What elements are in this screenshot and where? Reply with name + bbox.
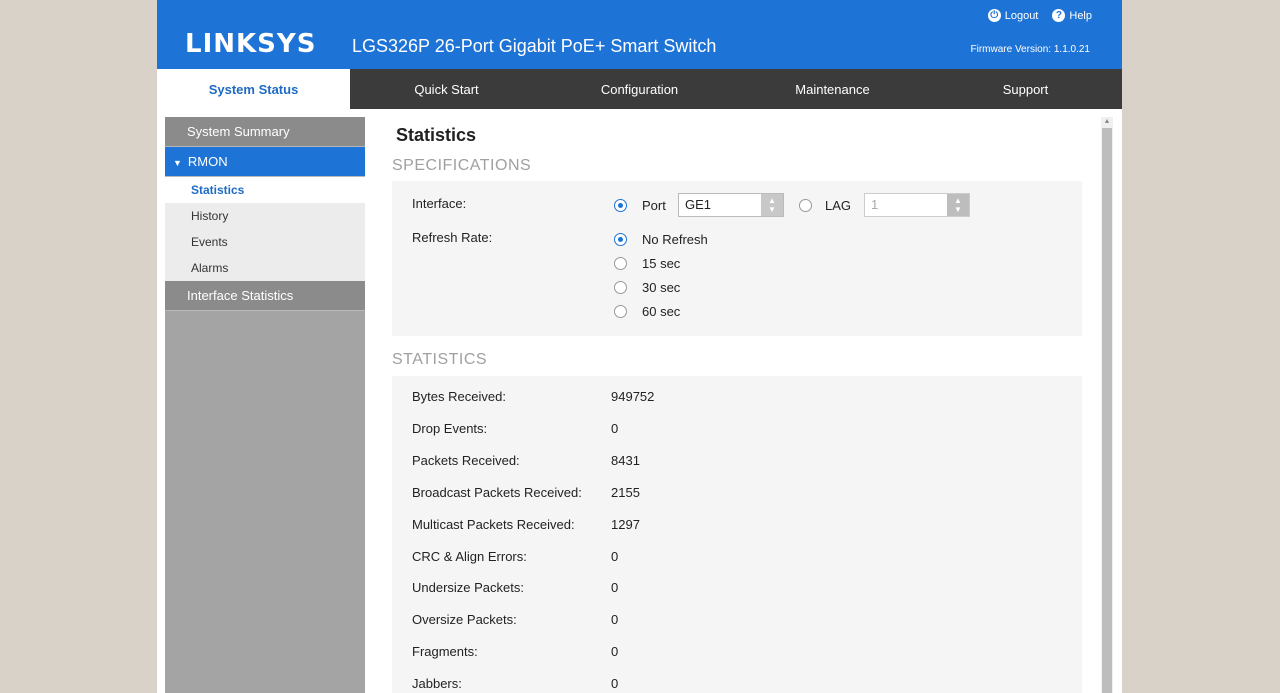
statistics-box: Bytes Received: 949752 Drop Events: 0 Pack…	[392, 376, 1082, 693]
refresh-rate-label: Refresh Rate:	[412, 230, 493, 245]
stat-value: 949752	[611, 389, 655, 404]
port-radio[interactable]	[614, 199, 627, 212]
lag-radio[interactable]	[799, 199, 812, 212]
sidebar: System Summary ▼ RMON Statistics History …	[165, 117, 365, 693]
linksys-logo[interactable]: LINKSYS	[185, 29, 316, 59]
lag-select[interactable]: 1 ▲ ▼	[864, 193, 970, 217]
stat-value: 1297	[611, 517, 640, 532]
stat-label: Drop Events:	[412, 421, 488, 436]
refresh-radio-no-refresh[interactable]	[614, 233, 627, 246]
header: LINKSYS LGS326P 26-Port Gigabit PoE+ Sma…	[157, 0, 1122, 69]
logout-link[interactable]: ⏻ Logout	[987, 9, 1039, 22]
sidebar-subitem-statistics[interactable]: Statistics	[165, 177, 365, 203]
lag-radio-label: LAG	[825, 198, 852, 213]
stat-label: Packets Received:	[412, 453, 520, 468]
stat-value: 0	[611, 644, 619, 659]
stat-label: Bytes Received:	[412, 389, 506, 404]
sidebar-item-system-summary[interactable]: System Summary	[165, 117, 365, 147]
refresh-option-label: No Refresh	[642, 232, 708, 247]
stat-label: Fragments:	[412, 644, 478, 659]
refresh-option-label: 30 sec	[642, 280, 681, 295]
firmware-version: Firmware Version: 1.1.0.21	[970, 44, 1091, 55]
tab-quick-start[interactable]: Quick Start	[350, 69, 543, 109]
specifications-heading: SPECIFICATIONS	[392, 157, 532, 174]
stat-label: Undersize Packets:	[412, 580, 524, 595]
lag-select-value: 1	[871, 197, 879, 212]
content-panel: Statistics SPECIFICATIONS Interface: Por…	[377, 117, 1102, 693]
vertical-scrollbar[interactable]: ▲	[1101, 117, 1113, 693]
stat-value: 0	[611, 549, 619, 564]
tab-support[interactable]: Support	[929, 69, 1122, 109]
rmon-submenu: Statistics History Events Alarms	[165, 177, 365, 281]
tab-configuration[interactable]: Configuration	[543, 69, 736, 109]
stat-label: Jabbers:	[412, 676, 462, 691]
page: LINKSYS LGS326P 26-Port Gigabit PoE+ Sma…	[157, 0, 1122, 693]
port-select[interactable]: GE1 ▲ ▼	[678, 193, 784, 217]
stat-label: Broadcast Packets Received:	[412, 485, 582, 500]
product-title: LGS326P 26-Port Gigabit PoE+ Smart Switc…	[352, 36, 717, 56]
refresh-option-label: 60 sec	[642, 304, 681, 319]
stat-value: 0	[611, 580, 619, 595]
port-radio-label: Port	[642, 198, 666, 213]
spinner-arrows-icon: ▲ ▼	[761, 194, 783, 216]
stat-value: 0	[611, 612, 619, 627]
top-links: ⏻ Logout ? Help	[987, 9, 1092, 22]
tab-maintenance[interactable]: Maintenance	[736, 69, 929, 109]
statistics-heading: STATISTICS	[392, 351, 488, 368]
sidebar-item-label: RMON	[187, 154, 228, 169]
interface-label: Interface:	[412, 196, 467, 211]
page-title: Statistics	[396, 125, 477, 145]
help-label: Help	[1069, 9, 1092, 22]
spinner-arrows-icon: ▲ ▼	[947, 194, 969, 216]
stat-value: 0	[611, 676, 619, 691]
scrollbar-thumb[interactable]	[1102, 128, 1112, 693]
port-select-value: GE1	[685, 197, 712, 212]
tab-system-status[interactable]: System Status	[157, 69, 350, 109]
stat-value: 8431	[611, 453, 640, 468]
triangle-down-icon: ▼	[173, 158, 182, 168]
sidebar-item-interface-statistics[interactable]: Interface Statistics	[165, 281, 365, 311]
sidebar-item-rmon[interactable]: ▼ RMON	[165, 147, 365, 177]
sidebar-subitem-alarms[interactable]: Alarms	[165, 255, 365, 281]
help-link[interactable]: ? Help	[1052, 9, 1092, 22]
refresh-radio-60-sec[interactable]	[614, 305, 627, 318]
stat-value: 2155	[611, 485, 640, 500]
scroll-up-arrow-icon[interactable]: ▲	[1101, 117, 1113, 127]
main-nav: System Status Quick Start Configuration …	[157, 69, 1122, 109]
stat-label: CRC & Align Errors:	[412, 549, 527, 564]
stat-value: 0	[611, 421, 619, 436]
sidebar-subitem-events[interactable]: Events	[165, 229, 365, 255]
refresh-radio-15-sec[interactable]	[614, 257, 627, 270]
stat-label: Multicast Packets Received:	[412, 517, 575, 532]
specifications-box: Interface: Port GE1 ▲ ▼ LAG 1 ▲ ▼ Refresh …	[392, 181, 1082, 336]
help-icon: ?	[1052, 9, 1066, 22]
refresh-radio-30-sec[interactable]	[614, 281, 627, 294]
refresh-option-label: 15 sec	[642, 256, 681, 271]
logout-label: Logout	[1004, 9, 1039, 22]
power-icon: ⏻	[987, 9, 1001, 22]
sidebar-subitem-history[interactable]: History	[165, 203, 365, 229]
stat-label: Oversize Packets:	[412, 612, 517, 627]
